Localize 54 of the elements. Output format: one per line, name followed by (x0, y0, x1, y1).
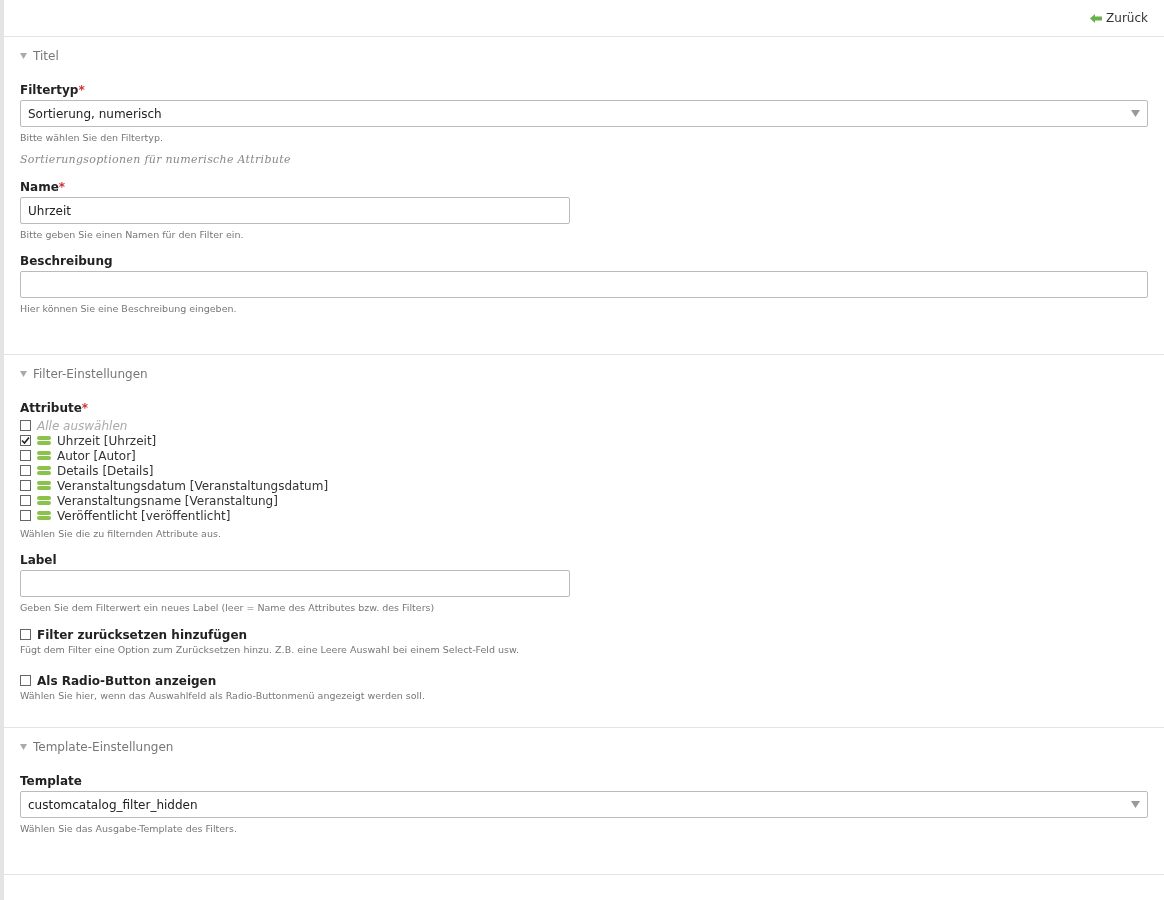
field-label: Label (20, 553, 58, 567)
section-header[interactable]: Template-Einstellungen (20, 740, 1148, 754)
attribute-label: Uhrzeit [Uhrzeit] (57, 433, 157, 448)
drag-handle-icon[interactable] (37, 451, 51, 460)
help-text: Fügt dem Filter eine Option zum Zurücksetzen hinzu. Z.B. eine Leere Auswahl bei einem Select-Feld usw. (20, 644, 520, 655)
checkbox[interactable] (20, 510, 31, 521)
filter-description: Sortierungsoptionen für numerische Attribute (20, 153, 292, 166)
attribute-label: Autor [Autor] (57, 448, 136, 463)
help-text: Wählen Sie hier, wenn das Auswahlfeld als Radio-Buttonmenü angezeigt werden soll. (20, 690, 426, 701)
field-label: Filtertyp* (20, 83, 86, 97)
checkbox[interactable] (20, 435, 31, 446)
help-text: Wählen Sie das Ausgabe-Template des Filters. (20, 823, 238, 834)
help-text: Bitte geben Sie einen Namen für den Filter ein. (20, 229, 245, 240)
field-label: Name* (20, 180, 67, 194)
help-text: Hier können Sie eine Beschreibung eingeben. (20, 303, 238, 314)
help-text: Bitte wählen Sie den Filtertyp. (20, 132, 164, 143)
checkbox[interactable] (20, 629, 31, 640)
field-label: Template (20, 774, 83, 788)
drag-handle-icon[interactable] (37, 481, 51, 490)
field-label: Attribute* (20, 401, 90, 415)
checkbox[interactable] (20, 675, 31, 686)
section-header[interactable]: Titel (20, 49, 1148, 63)
dropdown-caret-icon (1131, 110, 1140, 117)
checkbox-label: Filter zurücksetzen hinzufügen (37, 627, 248, 642)
checkbox[interactable] (20, 420, 31, 431)
attribute-label: Veröffentlicht [veröffentlicht] (57, 508, 231, 523)
checkbox[interactable] (20, 480, 31, 491)
section-header[interactable]: Filter-Einstellungen (20, 367, 1148, 381)
checkbox-label: Als Radio-Button anzeigen (37, 673, 217, 688)
drag-handle-icon[interactable] (37, 436, 51, 445)
text-field[interactable] (20, 271, 1148, 298)
attribute-label: Veranstaltungsdatum [Veranstaltungsdatum] (57, 478, 329, 493)
checkbox[interactable] (20, 495, 31, 506)
collapse-triangle-icon (20, 53, 27, 59)
drag-handle-icon[interactable] (37, 511, 51, 520)
back-arrow-icon (1090, 13, 1103, 23)
drag-handle-icon[interactable] (37, 466, 51, 475)
text-field[interactable] (20, 570, 570, 597)
attribute-label: Veranstaltungsname [Veranstaltung] (57, 493, 278, 508)
attribute-label: Details [Details] (57, 463, 154, 478)
checkbox[interactable] (20, 465, 31, 476)
select-field[interactable]: Sortierung, numerisch (20, 100, 1148, 127)
text-field[interactable]: Uhrzeit (20, 197, 570, 224)
field-label: Beschreibung (20, 254, 114, 268)
collapse-triangle-icon (20, 371, 27, 377)
checkbox[interactable] (20, 450, 31, 461)
help-text: Wählen Sie die zu filternden Attribute aus. (20, 528, 222, 539)
back-link[interactable]: Zurück (1090, 11, 1148, 25)
drag-handle-icon[interactable] (37, 496, 51, 505)
collapse-triangle-icon (20, 744, 27, 750)
select-all-label: Alle auswählen (37, 418, 128, 433)
select-field[interactable]: customcatalog_filter_hidden (20, 791, 1148, 818)
help-text: Geben Sie dem Filterwert ein neues Label (leer = Name des Attributes bzw. des Filters) (20, 602, 436, 613)
dropdown-caret-icon (1131, 801, 1140, 808)
